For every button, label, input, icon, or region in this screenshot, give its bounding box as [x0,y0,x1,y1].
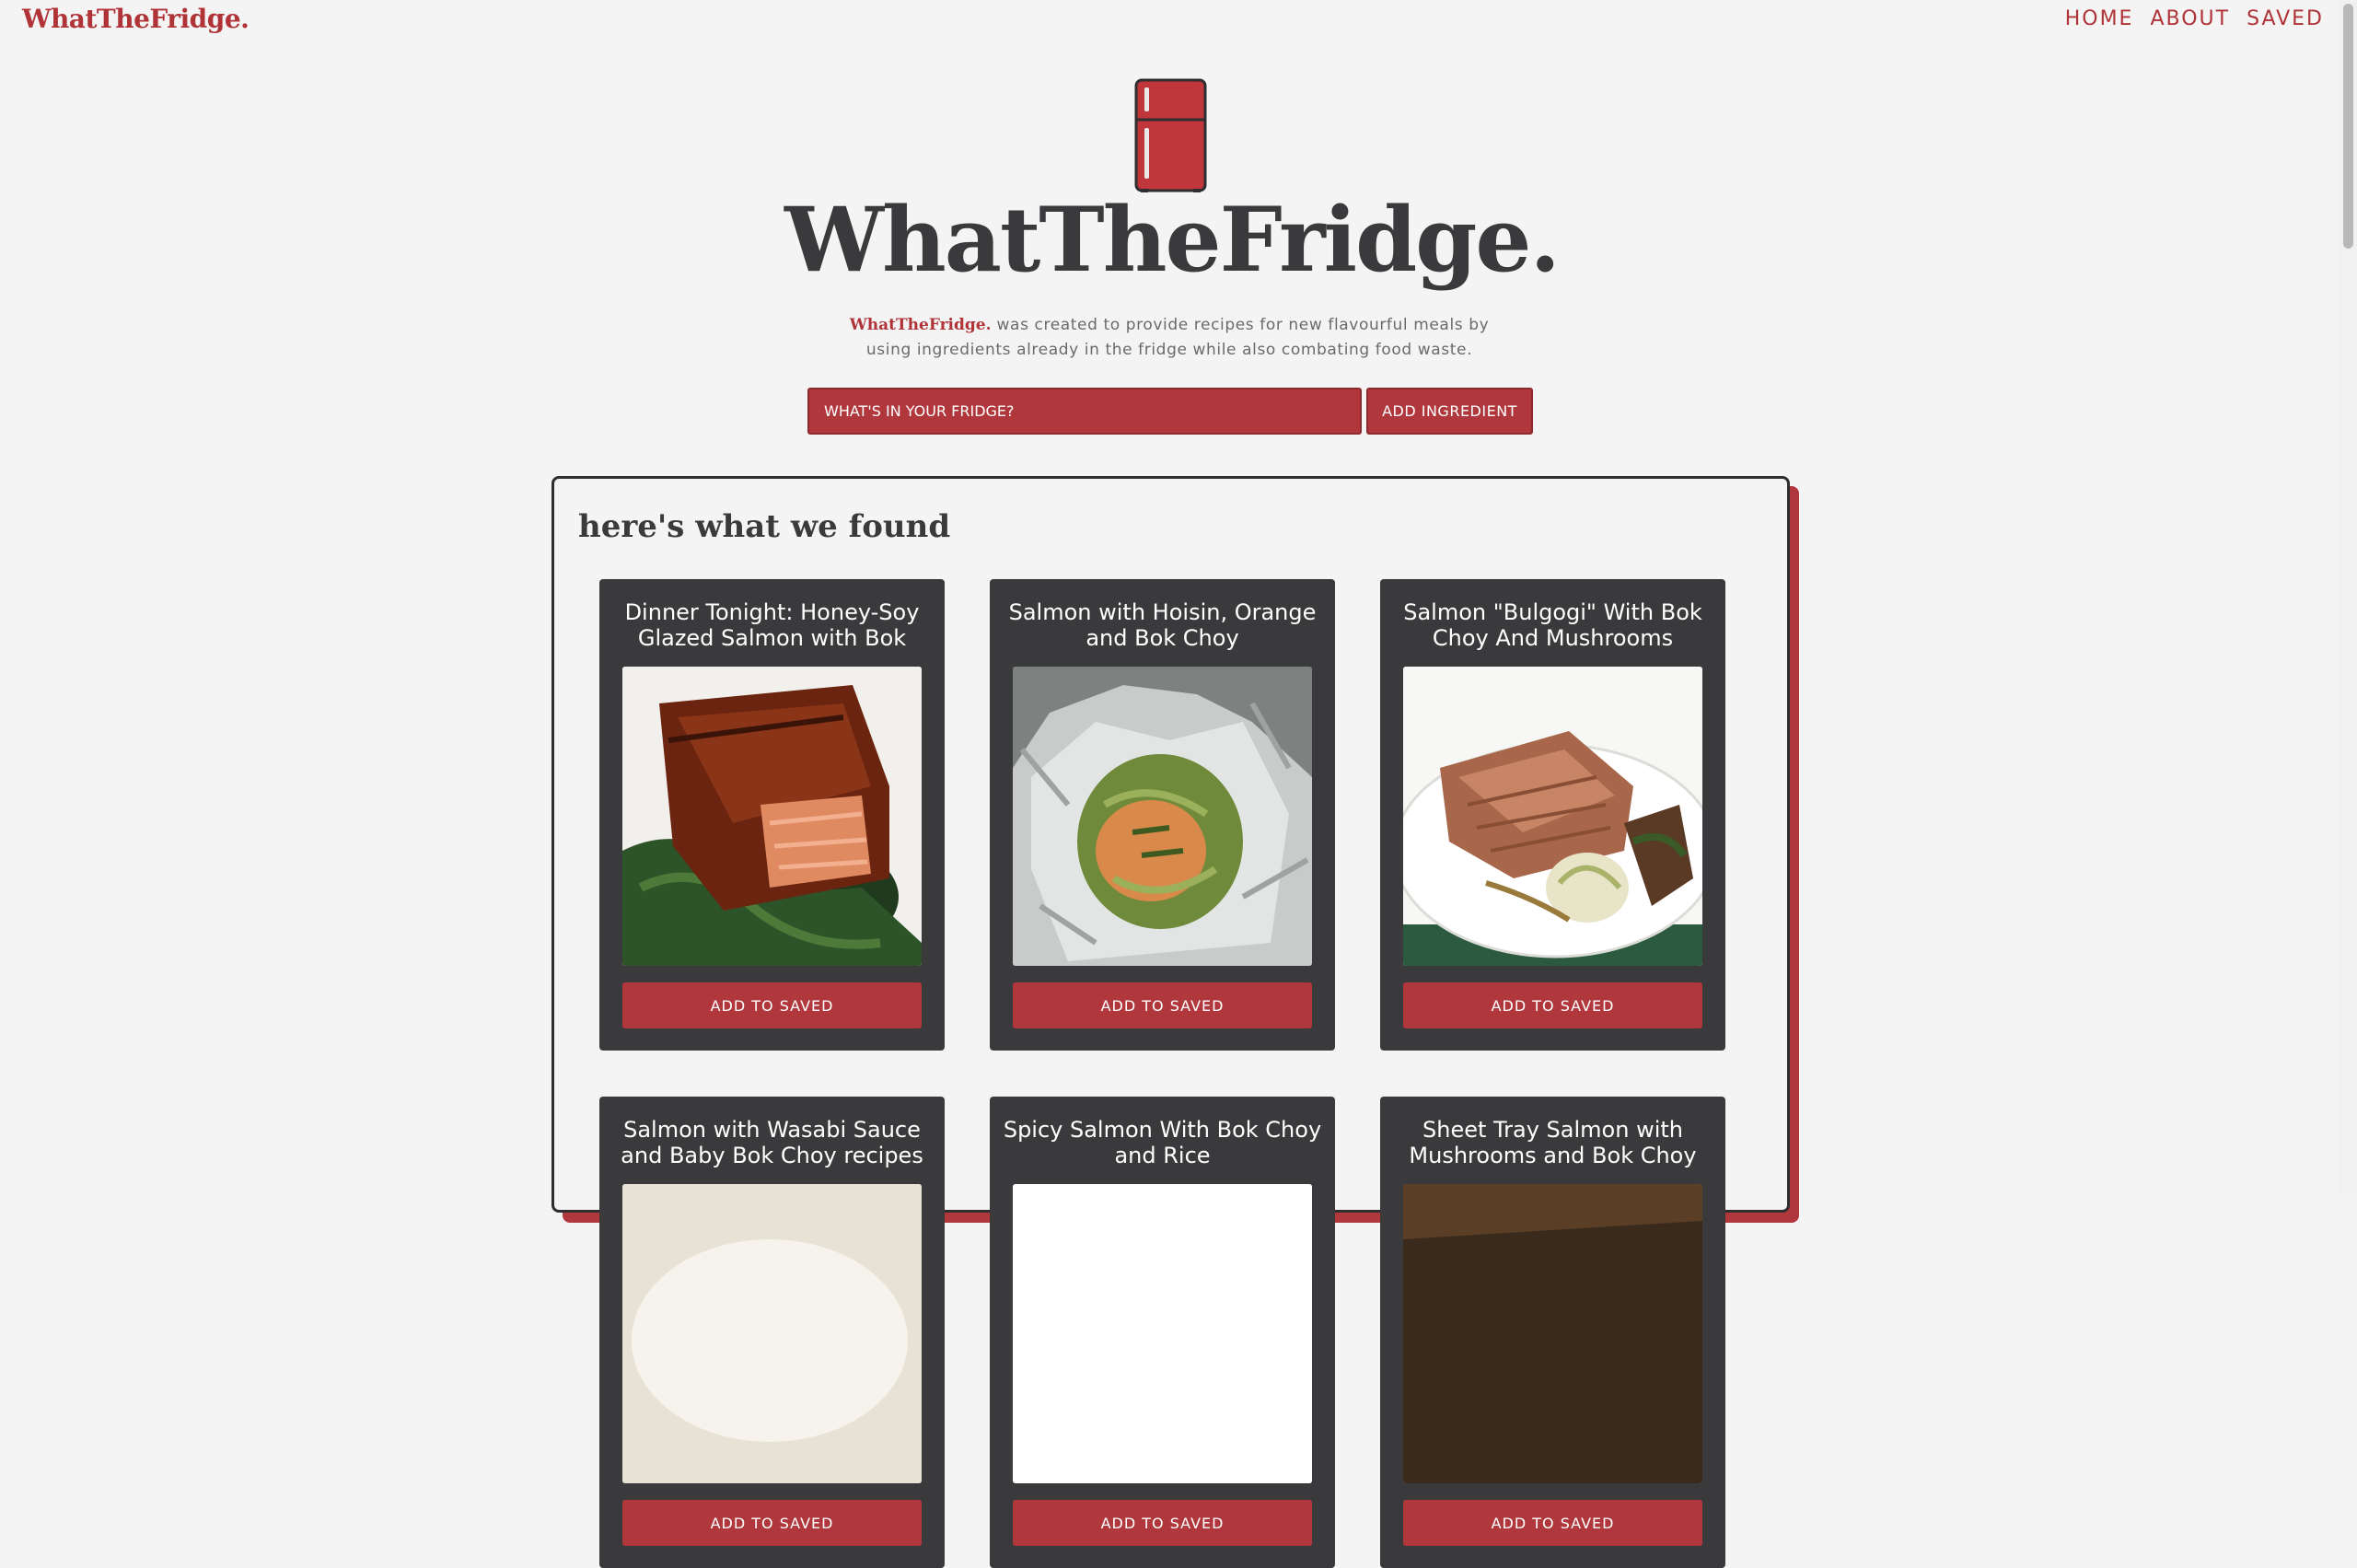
page-scrollbar[interactable] [2339,0,2357,1194]
recipe-image[interactable] [1013,667,1312,966]
results-heading: here's what we found [578,508,951,545]
add-to-saved-button[interactable]: ADD TO SAVED [1403,1500,1702,1546]
recipe-image[interactable] [1403,667,1702,966]
recipe-title: Dinner Tonight: Honey-Soy Glazed Salmon … [624,599,920,651]
top-navbar: WhatTheFridge. HOME ABOUT SAVED [0,0,2357,42]
recipe-image[interactable] [622,667,922,966]
recipe-card: Sheet Tray Salmon with Mushrooms and Bok… [1380,1097,1725,1568]
add-to-saved-button[interactable]: ADD TO SAVED [1403,982,1702,1028]
recipe-title: Salmon with Hoisin, Orange and Bok Choy [1008,599,1317,651]
recipe-card: Salmon with Wasabi Sauce and Baby Bok Ch… [599,1097,945,1568]
nav-saved-link[interactable]: SAVED [2247,7,2324,30]
recipe-title: Sheet Tray Salmon with Mushrooms and Bok… [1409,1117,1697,1168]
recipe-image[interactable] [1403,1184,1702,1483]
add-ingredient-button[interactable]: ADD INGREDIENT [1366,388,1533,435]
recipe-title: Spicy Salmon With Bok Choy and Rice [1003,1117,1322,1168]
nav-about-link[interactable]: ABOUT [2150,7,2230,30]
nav-home-link[interactable]: HOME [2065,7,2134,30]
recipe-card: Dinner Tonight: Honey-Soy Glazed Salmon … [599,579,945,1051]
recipe-card: Spicy Salmon With Bok Choy and Rice ADD … [990,1097,1335,1568]
recipe-title: Salmon with Wasabi Sauce and Baby Bok Ch… [621,1117,923,1168]
recipe-card: Salmon with Hoisin, Orange and Bok Choy … [990,579,1335,1051]
add-to-saved-button[interactable]: ADD TO SAVED [1013,1500,1312,1546]
add-to-saved-button[interactable]: ADD TO SAVED [622,982,922,1028]
recipe-image[interactable] [622,1184,922,1483]
recipe-title: Salmon "Bulgogi" With Bok Choy And Mushr… [1403,599,1702,651]
fridge-logo-icon [1134,78,1207,192]
results-panel: here's what we found Dinner Tonight: Hon… [552,476,1790,1568]
add-to-saved-button[interactable]: ADD TO SAVED [622,1500,922,1546]
main-nav: HOME ABOUT SAVED [2049,7,2324,30]
recipe-card: Salmon "Bulgogi" With Bok Choy And Mushr… [1380,579,1725,1051]
scrollbar-thumb[interactable] [2343,4,2353,249]
hero-description: WhatTheFridge. was created to provide re… [847,313,1492,363]
ingredient-search-input[interactable] [807,388,1362,435]
brand-logo-link[interactable]: WhatTheFridge. [22,4,250,34]
hero-title: WhatTheFridge. [784,188,1561,292]
recipe-image[interactable] [1013,1184,1312,1483]
add-to-saved-button[interactable]: ADD TO SAVED [1013,982,1312,1028]
hero-brand-inline: WhatTheFridge. [849,316,992,334]
